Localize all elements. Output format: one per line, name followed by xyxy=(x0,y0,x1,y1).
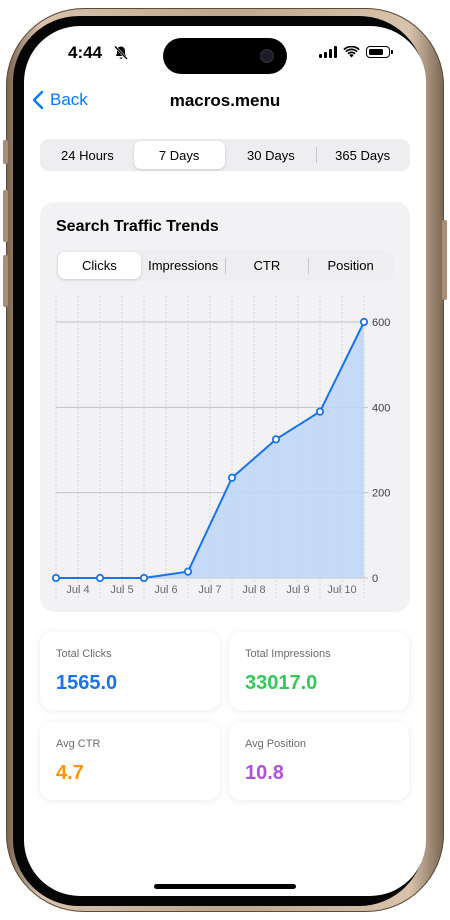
data-point xyxy=(51,573,61,583)
metric-segmented-control: Clicks Impressions CTR Position xyxy=(56,250,394,281)
data-point xyxy=(183,567,193,576)
tab-7-days[interactable]: 7 Days xyxy=(133,141,225,169)
battery-icon xyxy=(366,46,393,58)
screen: 4:44 Back macros.menu 24 Hours 7 Days 30… xyxy=(24,26,426,896)
stat-value: 4.7 xyxy=(56,762,84,784)
navigation-bar: Back macros.menu xyxy=(24,86,426,116)
tab-30-days[interactable]: 30 Days xyxy=(226,141,317,169)
data-point xyxy=(139,573,149,583)
stat-label: Total Impressions xyxy=(245,648,331,660)
tab-24-hours[interactable]: 24 Hours xyxy=(42,141,133,169)
y-tick-label: 0 xyxy=(372,573,378,585)
data-point xyxy=(315,407,325,416)
cellular-signal-icon xyxy=(319,46,337,58)
tab-position[interactable]: Position xyxy=(309,252,392,279)
x-tick-label: Jul 9 xyxy=(286,584,309,596)
stat-value: 33017.0 xyxy=(245,672,318,694)
camera-icon xyxy=(260,49,274,63)
x-tick-label: Jul 8 xyxy=(242,584,265,596)
stat-label: Avg CTR xyxy=(56,738,101,750)
page-title: macros.menu xyxy=(169,91,281,110)
data-point xyxy=(271,435,281,444)
avg-position-card: Avg Position 10.8 xyxy=(229,722,409,800)
card-title: Search Traffic Trends xyxy=(56,218,219,235)
tab-impressions[interactable]: Impressions xyxy=(142,252,225,279)
stat-value: 1565.0 xyxy=(56,672,118,694)
data-point xyxy=(359,317,369,327)
status-time: 4:44 xyxy=(68,43,103,62)
search-traffic-card: Search Traffic Trends Clicks Impressions… xyxy=(40,202,410,612)
stat-label: Total Clicks xyxy=(56,648,112,660)
volume-up-button xyxy=(3,190,8,242)
total-clicks-card: Total Clicks 1565.0 xyxy=(40,632,220,710)
data-point xyxy=(227,473,237,482)
stat-value: 10.8 xyxy=(245,762,284,784)
home-indicator xyxy=(154,884,296,889)
volume-down-button xyxy=(3,255,8,307)
y-tick-label: 200 xyxy=(372,488,390,500)
x-tick-label: Jul 7 xyxy=(198,584,221,596)
power-button xyxy=(442,220,447,300)
y-tick-label: 600 xyxy=(372,317,390,329)
tab-clicks[interactable]: Clicks xyxy=(58,252,141,279)
x-tick-label: Jul 6 xyxy=(154,584,177,596)
total-impressions-card: Total Impressions 33017.0 xyxy=(229,632,409,710)
action-button xyxy=(3,140,8,164)
x-tick-label: Jul 5 xyxy=(110,584,133,596)
x-tick-label: Jul 4 xyxy=(66,584,89,596)
clicks-chart: 0 200 400 600 Jul 4 Jul 5 Jul 6 Jul 7 Jul 8 Jul 9… xyxy=(51,296,390,598)
stat-label: Avg Position xyxy=(245,738,306,750)
status-indicators xyxy=(319,46,393,58)
data-point xyxy=(95,573,105,583)
wifi-icon xyxy=(343,46,360,58)
dynamic-island xyxy=(163,38,287,74)
bell-slash-icon xyxy=(114,45,128,60)
tab-ctr[interactable]: CTR xyxy=(226,252,309,279)
tab-365-days[interactable]: 365 Days xyxy=(317,141,408,169)
x-tick-label: Jul 10 xyxy=(327,584,356,596)
time-range-segmented-control: 24 Hours 7 Days 30 Days 365 Days xyxy=(40,139,410,171)
avg-ctr-card: Avg CTR 4.7 xyxy=(40,722,220,800)
y-tick-label: 400 xyxy=(372,402,390,414)
